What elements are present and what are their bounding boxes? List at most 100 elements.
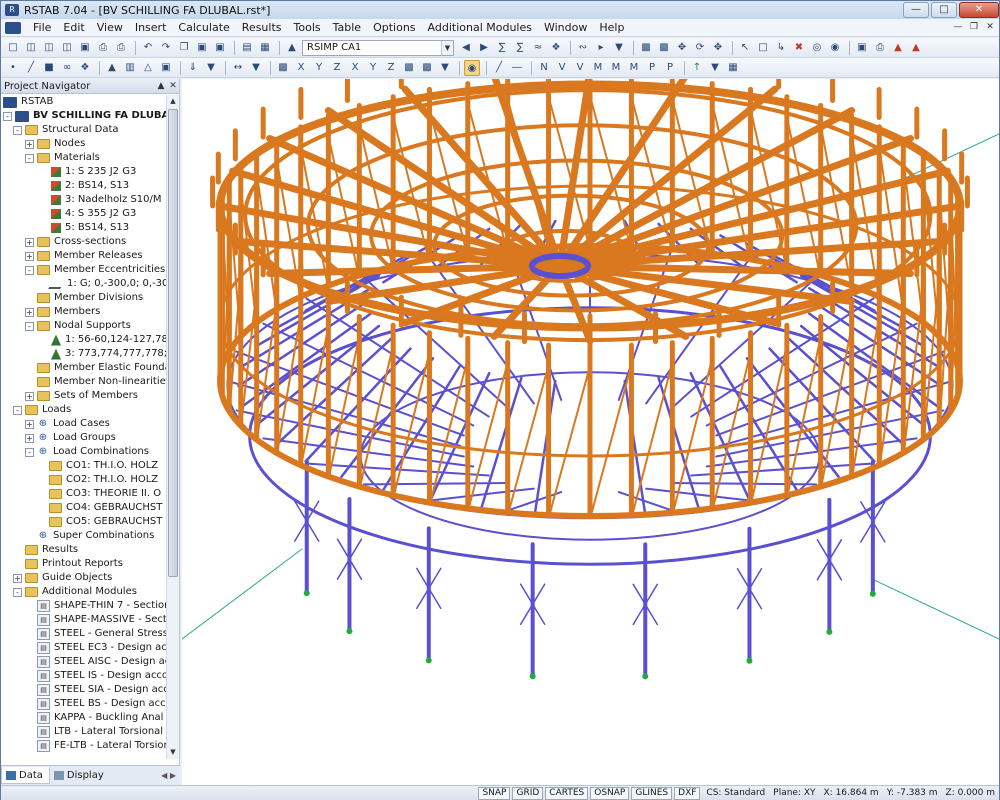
- results-on-off-icon[interactable]: ≈: [530, 40, 546, 56]
- export-icon[interactable]: ▲: [890, 40, 906, 56]
- result-vz-icon[interactable]: V: [572, 60, 588, 76]
- mdi-restore-icon[interactable]: ❐: [967, 21, 981, 34]
- tree-item-sets-of-members[interactable]: +Sets of Members: [25, 389, 138, 403]
- tree-item-co5[interactable]: CO5: GEBRAUCHST: [49, 515, 162, 529]
- tree-item-project[interactable]: -BV SCHILLING FA DLUBAL.rst: [3, 109, 166, 123]
- tree-item-sup-3[interactable]: 3: 773,774,777,778; N: [49, 347, 166, 361]
- result-my-icon[interactable]: M: [608, 60, 624, 76]
- new-icon[interactable]: □: [5, 40, 21, 56]
- new-nonlinearity-icon[interactable]: △: [140, 60, 156, 76]
- guide-line[interactable]: [182, 549, 302, 639]
- menu-calculate[interactable]: Calculate: [172, 19, 235, 37]
- tree-item-materials[interactable]: -Materials: [25, 151, 100, 165]
- print-graphic-icon[interactable]: ⎙: [872, 40, 888, 56]
- tree-item-member-nonlinearities[interactable]: Member Non-linearities: [37, 375, 166, 389]
- load-case-select[interactable]: RSIMP CA1 ▼: [302, 40, 454, 56]
- view-all-icon[interactable]: ▩: [638, 40, 654, 56]
- tree-item-mat-3[interactable]: 3: Nadelholz S10/M: [49, 193, 162, 207]
- tree-item-printout-reports[interactable]: Printout Reports: [25, 557, 123, 571]
- structure-3d-view[interactable]: [182, 79, 999, 785]
- tree-item-member-eccentricities[interactable]: -Member Eccentricities: [25, 263, 165, 277]
- rotate-icon[interactable]: ⟳: [692, 40, 708, 56]
- select-icon[interactable]: ↖: [737, 40, 753, 56]
- toggle-grid[interactable]: GRID: [512, 787, 543, 800]
- view-y-icon[interactable]: Y: [311, 60, 327, 76]
- render-icon[interactable]: ◉: [827, 40, 843, 56]
- result-mz-icon[interactable]: M: [626, 60, 642, 76]
- tree-item-fe-ltb[interactable]: ▤FE-LTB - Lateral Torsiona: [37, 739, 166, 753]
- new-set-icon[interactable]: ▣: [158, 60, 174, 76]
- menu-tools[interactable]: Tools: [288, 19, 327, 37]
- timber-diagonal[interactable]: [301, 147, 328, 286]
- deformation-icon[interactable]: ∾: [575, 40, 591, 56]
- tree-item-mat-5[interactable]: 5: BS14, S13: [49, 221, 129, 235]
- scroll-up-icon[interactable]: ▲: [167, 95, 179, 108]
- member-line-icon[interactable]: ―: [509, 60, 525, 76]
- timber-diagonal[interactable]: [821, 326, 851, 486]
- nodal-support[interactable]: [870, 591, 876, 597]
- new-load-icon[interactable]: ⇓: [185, 60, 201, 76]
- nodal-support[interactable]: [346, 628, 352, 634]
- delete-icon[interactable]: ✖: [791, 40, 807, 56]
- view-z-icon[interactable]: Z: [329, 60, 345, 76]
- toggle-snap[interactable]: SNAP: [478, 787, 510, 800]
- expand-icon[interactable]: +: [25, 140, 34, 149]
- view-iso-icon[interactable]: ▩: [275, 60, 291, 76]
- results-filter-icon[interactable]: ▼: [611, 40, 627, 56]
- navigator-close-icon[interactable]: ✕: [167, 81, 179, 91]
- tree-item-steel-is[interactable]: ▤STEEL IS - Design accor: [37, 669, 166, 683]
- view-minus-x-icon[interactable]: X: [347, 60, 363, 76]
- tree-item-co4[interactable]: CO4: GEBRAUCHST: [49, 501, 162, 515]
- expand-icon[interactable]: +: [25, 308, 34, 317]
- tree-item-co3[interactable]: CO3: THEORIE II. O: [49, 487, 161, 501]
- nodal-support[interactable]: [304, 590, 310, 596]
- tab-scroll-arrows-icon[interactable]: ◀ ▶: [161, 771, 176, 780]
- model-viewport[interactable]: [182, 79, 999, 785]
- tree-item-mat-2[interactable]: 2: BS14, S13: [49, 179, 129, 193]
- table-toggle-icon[interactable]: ▦: [257, 40, 273, 56]
- new-cross-section-icon[interactable]: ∞: [59, 60, 75, 76]
- collapse-icon[interactable]: -: [13, 126, 22, 135]
- display-mode-icon[interactable]: ▼: [437, 60, 453, 76]
- select-intersect-icon[interactable]: ↳: [773, 40, 789, 56]
- tree-item-co2[interactable]: CO2: TH.I.O. HOLZ: [49, 473, 158, 487]
- expand-icon[interactable]: +: [25, 392, 34, 401]
- timber-diagonal[interactable]: [549, 366, 590, 515]
- comment-icon[interactable]: ▣: [212, 40, 228, 56]
- line-grid-icon[interactable]: ╱: [491, 60, 507, 76]
- menu-additional-modules[interactable]: Additional Modules: [422, 19, 538, 37]
- pin-icon[interactable]: ▲: [155, 81, 167, 91]
- undo-icon[interactable]: ↶: [140, 40, 156, 56]
- steel-member[interactable]: [625, 381, 645, 513]
- result-n-icon[interactable]: N: [536, 60, 552, 76]
- tree-item-co1[interactable]: CO1: TH.I.O. HOLZ: [49, 459, 158, 473]
- tree-item-nodes[interactable]: +Nodes: [25, 137, 85, 151]
- tree-item-shape-thin[interactable]: ▤SHAPE-THIN 7 - Section: [37, 599, 166, 613]
- tree-item-steel-aisc[interactable]: ▤STEEL AISC - Design ac: [37, 655, 166, 669]
- menu-results[interactable]: Results: [236, 19, 288, 37]
- collapse-icon[interactable]: -: [13, 588, 22, 597]
- solid-model-icon[interactable]: ◉: [464, 60, 480, 76]
- animation-icon[interactable]: ▸: [593, 40, 609, 56]
- collapse-icon[interactable]: -: [25, 154, 34, 163]
- support-reaction-icon[interactable]: ↑: [689, 60, 705, 76]
- rstab-app-icon[interactable]: R: [5, 4, 19, 16]
- new-material-icon[interactable]: ■: [41, 60, 57, 76]
- tree-item-mat-4[interactable]: 4: S 355 J2 G3: [49, 207, 136, 221]
- redo-icon[interactable]: ↷: [158, 40, 174, 56]
- print-report-icon[interactable]: ⎙: [113, 40, 129, 56]
- navigator-toggle-icon[interactable]: ▤: [239, 40, 255, 56]
- tree-item-member-divisions[interactable]: Member Divisions: [37, 291, 143, 305]
- view-3d-icon[interactable]: ▩: [401, 60, 417, 76]
- collapse-icon[interactable]: -: [13, 406, 22, 415]
- collapse-icon[interactable]: -: [25, 266, 34, 275]
- expand-icon[interactable]: +: [25, 434, 34, 443]
- result-mt-icon[interactable]: M: [590, 60, 606, 76]
- support-reaction-options-icon[interactable]: ▼: [707, 60, 723, 76]
- new-support-icon[interactable]: ▲: [104, 60, 120, 76]
- tree-item-guide-objects[interactable]: +Guide Objects: [13, 571, 112, 585]
- tree-item-rstab[interactable]: RSTAB: [3, 95, 53, 109]
- expand-icon[interactable]: +: [25, 420, 34, 429]
- scrollbar-thumb[interactable]: [168, 109, 178, 577]
- collapse-icon[interactable]: -: [25, 322, 34, 331]
